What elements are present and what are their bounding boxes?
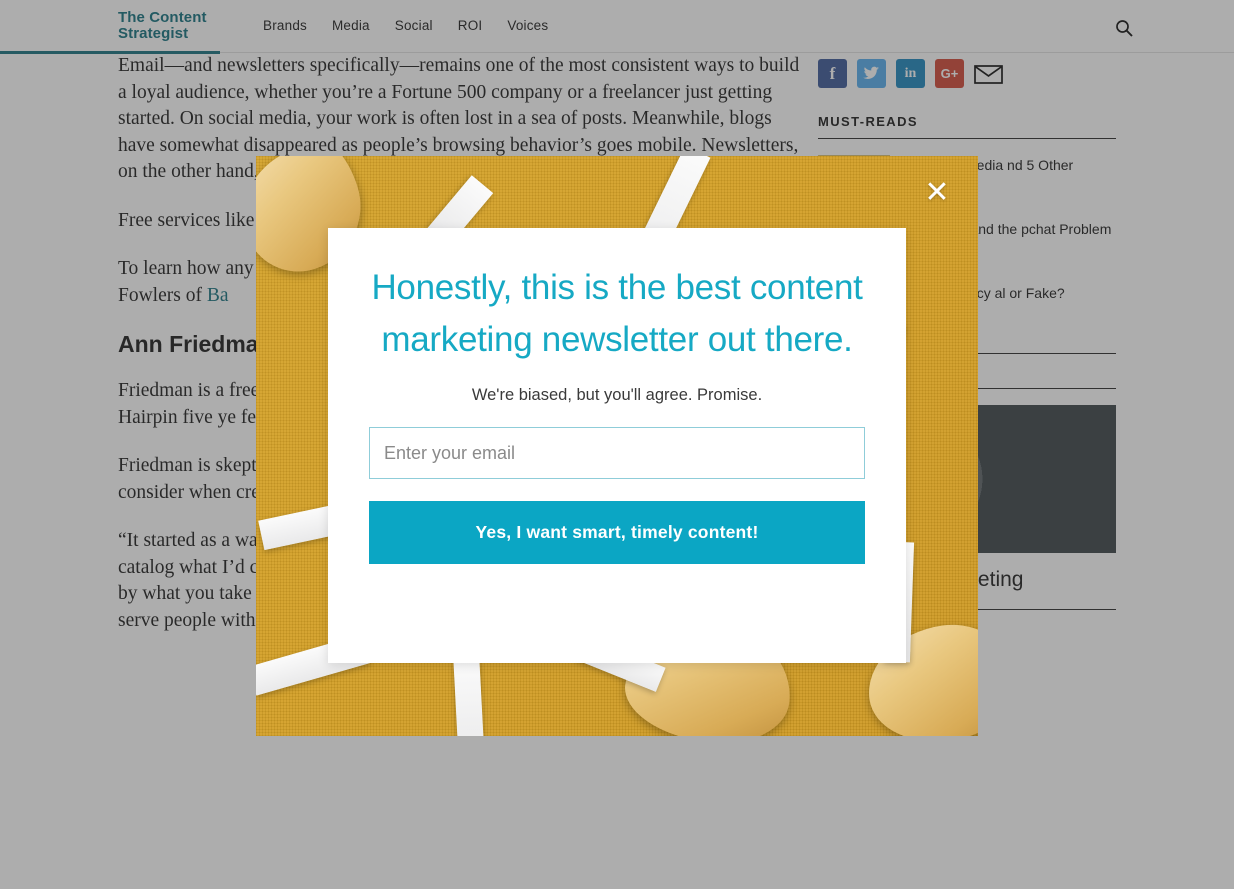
- page-root: The Content Strategist Brands Media Soci…: [0, 0, 1234, 889]
- email-input[interactable]: [369, 427, 865, 479]
- paper-slip-decoration: [453, 655, 485, 736]
- subscribe-button[interactable]: Yes, I want smart, timely content!: [369, 501, 865, 564]
- modal-headline: Honestly, this is the best content marke…: [371, 268, 863, 359]
- modal-subheadline: We're biased, but you'll agree. Promise.: [471, 386, 763, 404]
- close-icon[interactable]: ✕: [920, 176, 954, 210]
- newsletter-modal: ✕ Honestly, this is the best content mar…: [256, 156, 978, 736]
- newsletter-signup-card: Honestly, this is the best content marke…: [328, 228, 906, 663]
